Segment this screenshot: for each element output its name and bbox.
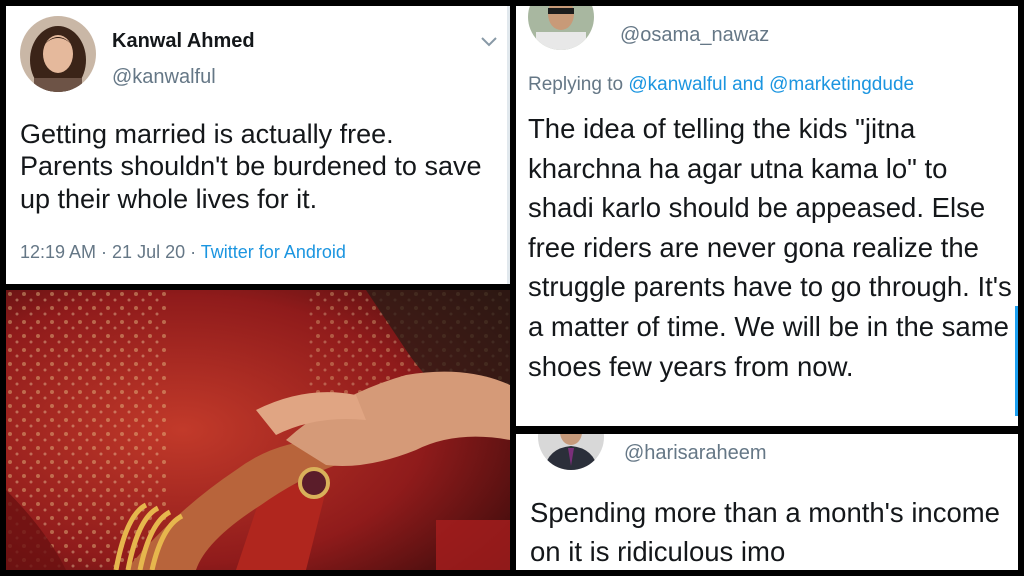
scroll-edge: [507, 6, 510, 284]
avatar[interactable]: [538, 434, 604, 470]
author-handle[interactable]: @harisaraheem: [624, 442, 767, 465]
tweet-text: Spending more than a month's income on i…: [530, 497, 1000, 567]
author-name[interactable]: Kanwal Ahmed: [112, 30, 255, 53]
author-handle[interactable]: @osama_nawaz: [620, 24, 769, 47]
tweet-card-haris[interactable]: @harisaraheem Spending more than a month…: [516, 434, 1018, 570]
chevron-down-icon[interactable]: [480, 36, 498, 48]
tweet-card-osama[interactable]: @osama_nawaz Replying to @kanwalful and …: [516, 6, 1018, 426]
avatar[interactable]: [20, 16, 96, 92]
wedding-hands-image: [6, 290, 510, 570]
tweet-source-link[interactable]: Twitter for Android: [201, 242, 346, 262]
tweet-text: The idea of telling the kids "jitna khar…: [528, 113, 1012, 382]
author-handle[interactable]: @kanwalful: [112, 66, 216, 89]
tweet-text: Getting married is actually free. Parent…: [20, 119, 482, 214]
scroll-edge: [1015, 306, 1018, 416]
avatar[interactable]: [528, 6, 594, 50]
replying-to-label: Replying to: [528, 74, 624, 95]
meta-separator: ·: [190, 242, 201, 262]
wedding-photo: [6, 290, 510, 570]
replying-to-users-link[interactable]: @kanwalful and @marketingdude: [628, 74, 914, 95]
tweet-card-kanwal[interactable]: Kanwal Ahmed @kanwalful Getting married …: [6, 6, 510, 284]
tweet-meta: 12:19 AM · 21 Jul 20 · Twitter for Andro…: [20, 242, 346, 263]
tweet-timestamp[interactable]: 12:19 AM · 21 Jul 20: [20, 242, 185, 262]
replying-to-line: Replying to @kanwalful and @marketingdud…: [528, 74, 914, 96]
